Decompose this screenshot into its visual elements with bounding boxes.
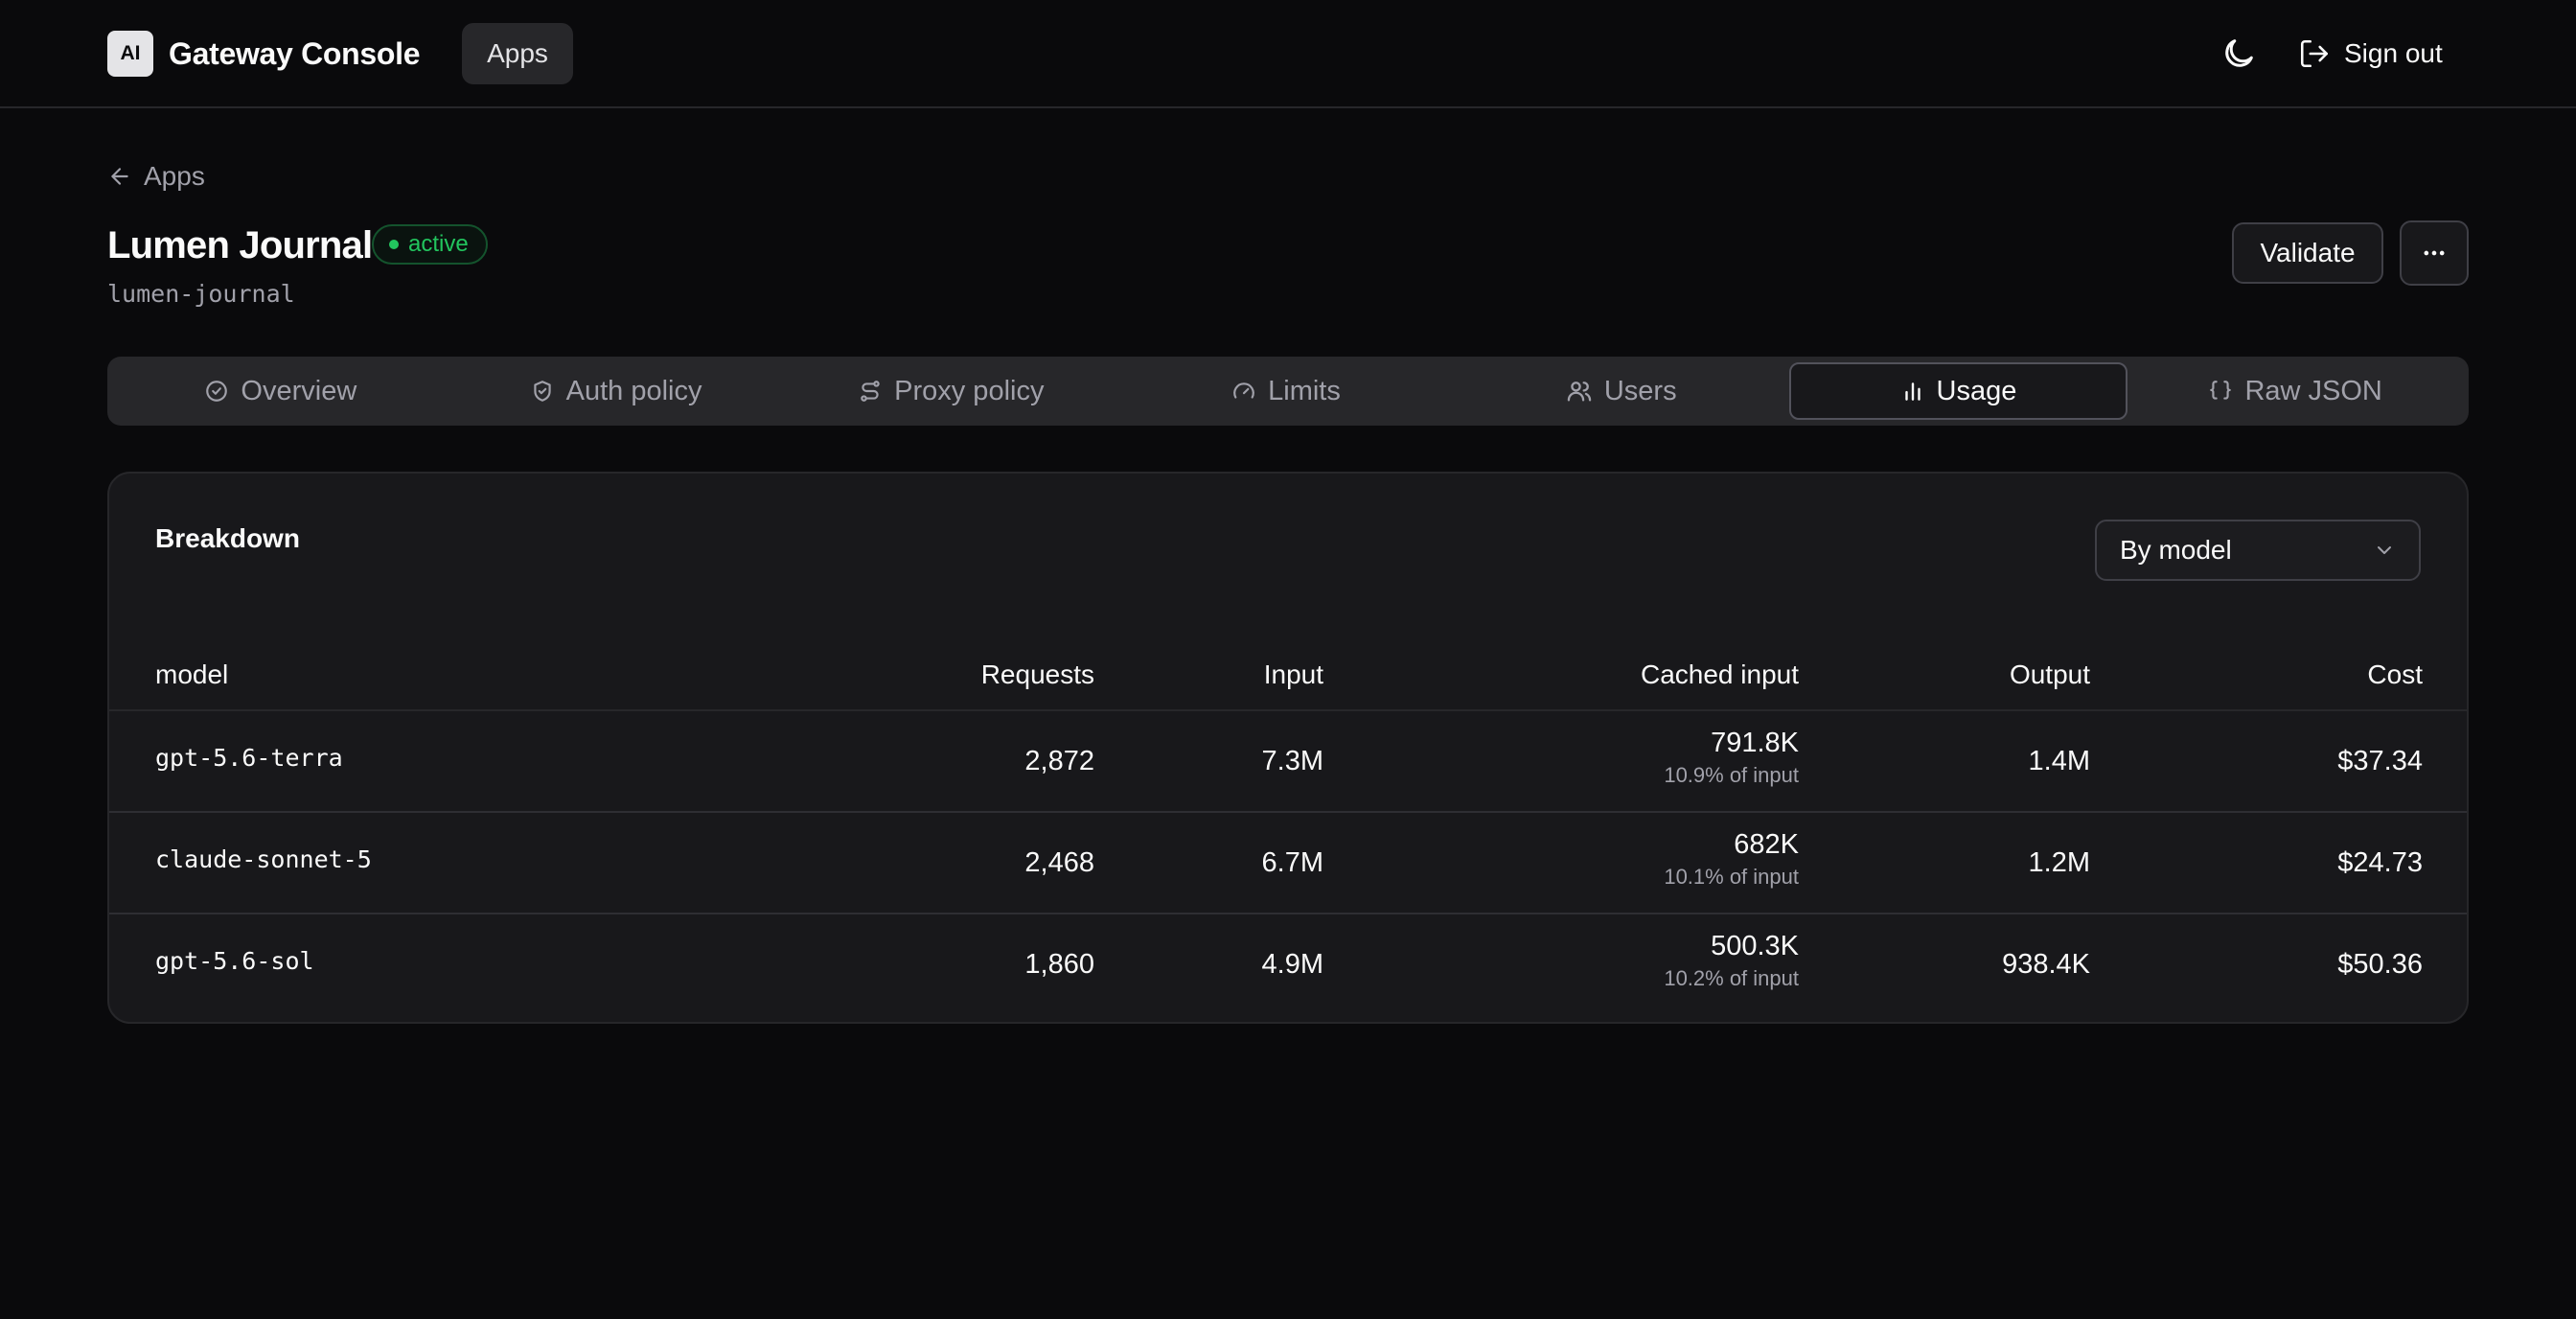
tab-limits[interactable]: Limits xyxy=(1118,362,1454,420)
back-label: Apps xyxy=(144,161,205,191)
braces-icon xyxy=(2210,381,2232,400)
input-value: 4.9M xyxy=(1261,949,1323,980)
tab-label: Overview xyxy=(241,375,357,406)
tab-auth-policy[interactable]: Auth policy xyxy=(448,362,784,420)
requests-value: 2,872 xyxy=(1024,746,1094,776)
group-by-select[interactable]: By model xyxy=(2095,520,2421,581)
chevron-down-icon xyxy=(2378,546,2391,554)
tab-label: Users xyxy=(1603,375,1677,406)
cost-value: $24.73 xyxy=(2337,847,2423,878)
app-logo[interactable]: AI xyxy=(107,31,153,77)
breakdown-card: Breakdown By model model Requests Input … xyxy=(107,472,2469,1024)
output-value: 938.4K xyxy=(2002,949,2090,980)
tab-usage[interactable]: Usage xyxy=(1788,362,2128,420)
app-title[interactable]: Gateway Console xyxy=(169,33,421,75)
cached-input-value: 682K xyxy=(1734,829,1799,860)
moon-icon xyxy=(2225,39,2253,67)
status-label: active xyxy=(408,231,469,257)
sign-out-label: Sign out xyxy=(2344,38,2443,68)
cost-value: $50.36 xyxy=(2337,949,2423,980)
requests-value: 1,860 xyxy=(1024,949,1094,980)
output-value: 1.4M xyxy=(2028,746,2090,776)
column-header-requests[interactable]: Requests xyxy=(981,656,1094,694)
table-row: gpt-5.6-terra 2,872 7.3M 791.8K 10.9% of… xyxy=(109,711,2467,813)
tab-overview[interactable]: Overview xyxy=(113,362,448,420)
arrow-left-icon xyxy=(111,168,128,185)
users-icon xyxy=(1567,382,1592,402)
column-header-model[interactable]: model xyxy=(155,656,228,694)
route-icon xyxy=(861,381,880,402)
table-header: model Requests Input Cached input Output… xyxy=(109,656,2467,711)
group-by-value: By model xyxy=(2120,535,2232,565)
breakdown-title: Breakdown xyxy=(155,523,300,553)
tab-label: Auth policy xyxy=(565,375,702,406)
shield-check-icon xyxy=(533,381,551,402)
tab-label: Proxy policy xyxy=(894,375,1045,406)
cached-input-percent: 10.9% of input xyxy=(1664,763,1799,787)
tab-label: Usage xyxy=(1936,375,2017,406)
column-header-cached-input[interactable]: Cached input xyxy=(1641,656,1799,694)
tab-label: Raw JSON xyxy=(2244,375,2382,406)
input-value: 7.3M xyxy=(1261,746,1323,776)
back-to-apps-link[interactable]: Apps xyxy=(107,159,205,194)
cached-input-percent: 10.1% of input xyxy=(1664,865,1799,889)
more-actions-button[interactable] xyxy=(2400,220,2469,286)
cached-input-value: 500.3K xyxy=(1711,931,1799,961)
tab-bar: Overview Auth policy Proxy policy Limits… xyxy=(107,357,2469,426)
log-out-icon xyxy=(2300,39,2329,68)
page-title: Lumen Journal xyxy=(107,224,373,266)
output-value: 1.2M xyxy=(2028,847,2090,878)
status-badge: active xyxy=(372,224,488,265)
nav-apps-button[interactable]: Apps xyxy=(462,23,573,84)
tab-users[interactable]: Users xyxy=(1454,362,1789,420)
cached-input-value: 791.8K xyxy=(1711,728,1799,758)
theme-toggle-button[interactable] xyxy=(2220,35,2258,73)
tab-label: Limits xyxy=(1268,375,1341,406)
more-horizontal-icon xyxy=(2424,250,2445,256)
cost-value: $37.34 xyxy=(2337,746,2423,776)
sign-out-button[interactable]: Sign out xyxy=(2298,29,2443,79)
requests-value: 2,468 xyxy=(1024,847,1094,878)
cached-input-cell: 682K 10.1% of input xyxy=(1664,826,1799,891)
cached-input-percent: 10.2% of input xyxy=(1664,966,1799,990)
model-name: gpt-5.6-sol xyxy=(155,947,314,975)
column-header-input[interactable]: Input xyxy=(1264,656,1323,694)
table-row: gpt-5.6-sol 1,860 4.9M 500.3K 10.2% of i… xyxy=(109,914,2467,1016)
gauge-icon xyxy=(1233,382,1254,399)
model-name: gpt-5.6-terra xyxy=(155,744,343,772)
input-value: 6.7M xyxy=(1261,847,1323,878)
cached-input-cell: 791.8K 10.9% of input xyxy=(1664,725,1799,790)
tab-proxy-policy[interactable]: Proxy policy xyxy=(783,362,1118,420)
validate-button[interactable]: Validate xyxy=(2232,222,2383,284)
status-dot xyxy=(389,240,399,249)
top-header: AI Gateway Console Apps Sign out xyxy=(0,0,2576,108)
app-slug: lumen-journal xyxy=(107,280,295,308)
table-row: claude-sonnet-5 2,468 6.7M 682K 10.1% of… xyxy=(109,813,2467,914)
column-header-cost[interactable]: Cost xyxy=(2367,656,2423,694)
model-name: claude-sonnet-5 xyxy=(155,845,372,873)
bar-chart-icon xyxy=(1904,382,1920,401)
check-circle-icon xyxy=(206,381,228,402)
cached-input-cell: 500.3K 10.2% of input xyxy=(1664,928,1799,993)
tab-raw-json[interactable]: Raw JSON xyxy=(2128,362,2463,420)
column-header-output[interactable]: Output xyxy=(2010,656,2090,694)
